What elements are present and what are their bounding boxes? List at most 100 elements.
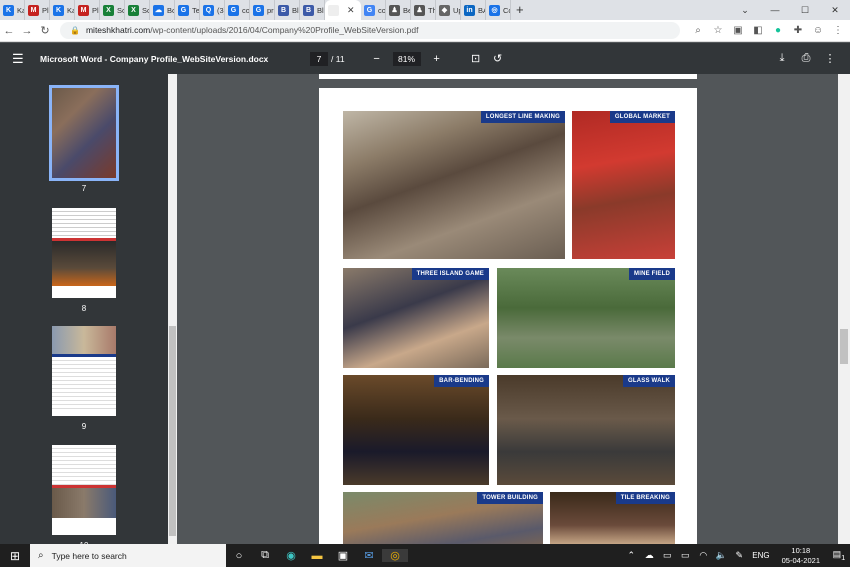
back-icon[interactable]: ←: [0, 25, 18, 37]
browser-tab[interactable]: Gcoll: [225, 0, 250, 20]
page-thumbnail[interactable]: 9: [52, 326, 116, 431]
browser-tab[interactable]: Gcor: [361, 0, 386, 20]
tab-favicon-icon: G: [228, 4, 239, 16]
zoom-out-icon[interactable]: −: [367, 53, 387, 65]
window-controls: ⌄ — ☐ ✕: [730, 0, 850, 20]
browser-tab[interactable]: XSoc: [100, 0, 125, 20]
tab-favicon-icon: ♟: [389, 4, 400, 16]
cortana-icon[interactable]: ○: [226, 550, 252, 562]
photo-caption: TILE BREAKING: [615, 492, 675, 504]
mail-icon[interactable]: ✉: [356, 549, 382, 562]
browser-tab[interactable]: Q(3): [200, 0, 225, 20]
zoom-icon[interactable]: ⌕: [688, 25, 708, 36]
chevron-up-icon[interactable]: ⌃: [622, 550, 640, 561]
tab-search-icon[interactable]: ⌄: [730, 5, 760, 16]
bookmark-star-icon[interactable]: ☆: [708, 25, 728, 36]
tab-favicon-icon: M: [78, 4, 89, 16]
more-options-icon[interactable]: ⋮: [818, 52, 842, 65]
windows-start-icon[interactable]: ⊞: [0, 549, 30, 563]
zoom-in-icon[interactable]: +: [427, 53, 447, 65]
tab-favicon-icon: G: [253, 4, 264, 16]
page-thumbnail[interactable]: 7: [49, 85, 119, 193]
chrome-icon[interactable]: ◎: [382, 549, 408, 562]
browser-tab[interactable]: MPla: [25, 0, 50, 20]
battery-icon[interactable]: ▭: [676, 550, 694, 561]
close-window-button[interactable]: ✕: [820, 5, 850, 16]
browser-tab[interactable]: KKaj: [0, 0, 25, 20]
photo-caption: LONGEST LINE MAKING: [480, 111, 565, 123]
sidebar-scrollbar-thumb[interactable]: [169, 326, 176, 536]
menu-dots-icon[interactable]: ⋮: [828, 25, 848, 36]
edge-icon[interactable]: ◉: [278, 549, 304, 562]
tab-favicon-icon: Q: [203, 4, 214, 16]
download-icon[interactable]: ⤓: [770, 52, 794, 65]
puzzle-icon[interactable]: ✚: [788, 25, 808, 36]
browser-tab[interactable]: Gpre: [250, 0, 275, 20]
wifi-icon[interactable]: ◠: [694, 550, 712, 561]
reload-icon[interactable]: ↻: [36, 24, 54, 37]
main-scrollbar[interactable]: [838, 74, 850, 544]
minimize-button[interactable]: —: [760, 5, 790, 15]
browser-tab[interactable]: ◎Co: [486, 0, 511, 20]
browser-tab[interactable]: ✕: [325, 0, 361, 20]
page-thumbnail[interactable]: 8: [52, 208, 116, 313]
tab-label: cor: [378, 5, 386, 15]
print-icon[interactable]: ⎙: [794, 52, 818, 65]
clock-time: 10:18: [791, 545, 811, 555]
browser-tab[interactable]: KKaj: [50, 0, 75, 20]
tab-favicon-icon: G: [364, 4, 375, 16]
tab-label: Pla: [42, 5, 49, 15]
extension-icon[interactable]: ▣: [728, 25, 748, 36]
browser-tab[interactable]: BBlu: [300, 0, 325, 20]
browser-tab[interactable]: GTen: [175, 0, 200, 20]
volume-icon[interactable]: 🔈: [712, 550, 730, 561]
grammarly-icon[interactable]: ●: [768, 25, 788, 36]
url-field[interactable]: 🔒 miteshkhatri.com/wp-content/uploads/201…: [60, 22, 680, 39]
thumbnail-page-number: 8: [81, 304, 87, 313]
activity-photo: TILE BREAKING: [550, 492, 675, 544]
close-tab-icon[interactable]: ✕: [347, 5, 355, 16]
browser-tab[interactable]: ♟Bes: [386, 0, 411, 20]
browser-tab[interactable]: ☁Boc: [150, 0, 175, 20]
browser-tab[interactable]: ♟The: [411, 0, 436, 20]
forward-icon[interactable]: →: [18, 25, 36, 37]
rotate-icon[interactable]: ↺: [487, 52, 509, 65]
browser-tab[interactable]: inBA: [461, 0, 486, 20]
activity-photo: BAR-BENDING: [343, 375, 489, 485]
notification-icon[interactable]: ▤1: [828, 549, 850, 562]
tab-label: The: [428, 5, 435, 15]
url-path: /wp-content/uploads/2016/04/Company%20Pr…: [150, 25, 419, 35]
browser-tab[interactable]: XSoc: [125, 0, 150, 20]
task-view-icon[interactable]: ⧉: [252, 549, 278, 562]
tab-label: coll: [242, 5, 250, 15]
onedrive-icon[interactable]: ☁: [640, 550, 658, 561]
pen-icon[interactable]: ✎: [730, 550, 748, 561]
language-indicator[interactable]: ENG: [752, 551, 769, 560]
main-scrollbar-thumb[interactable]: [840, 329, 848, 364]
browser-tab[interactable]: ◆Up: [436, 0, 461, 20]
browser-tab[interactable]: MPla: [75, 0, 100, 20]
tab-label: Soc: [117, 5, 124, 15]
page-number-input[interactable]: 7: [310, 51, 328, 66]
profile-avatar[interactable]: ☺: [808, 25, 828, 36]
page-total: / 11: [331, 53, 345, 64]
page-thumbnail[interactable]: 10: [52, 445, 116, 544]
taskbar-search[interactable]: ⌕ Type here to search: [30, 544, 226, 567]
store-icon[interactable]: ▣: [330, 549, 356, 562]
extension-icon[interactable]: ◧: [748, 25, 768, 36]
tab-favicon-icon: [328, 4, 339, 16]
maximize-button[interactable]: ☐: [790, 5, 820, 16]
tab-favicon-icon: B: [303, 4, 314, 16]
browser-tab-strip: KKajMPlaKKajMPlaXSocXSoc☁BocGTenQ(3)Gcol…: [0, 0, 850, 20]
clock[interactable]: 10:18 05-04-2021: [782, 546, 820, 566]
hamburger-menu-icon[interactable]: ☰: [12, 51, 32, 67]
browser-tab[interactable]: BBla: [275, 0, 300, 20]
new-tab-button[interactable]: +: [516, 0, 524, 20]
fit-page-icon[interactable]: ⊡: [465, 52, 487, 65]
meet-icon[interactable]: ▭: [658, 550, 676, 561]
pdf-page: LONGEST LINE MAKING GLOBAL MARKET THREE IS…: [319, 88, 697, 544]
sidebar-scrollbar[interactable]: [168, 74, 177, 544]
file-explorer-icon[interactable]: ▬: [304, 550, 330, 562]
zoom-level-input[interactable]: 81%: [392, 51, 421, 66]
photo-caption: TOWER BUILDING: [477, 492, 543, 504]
